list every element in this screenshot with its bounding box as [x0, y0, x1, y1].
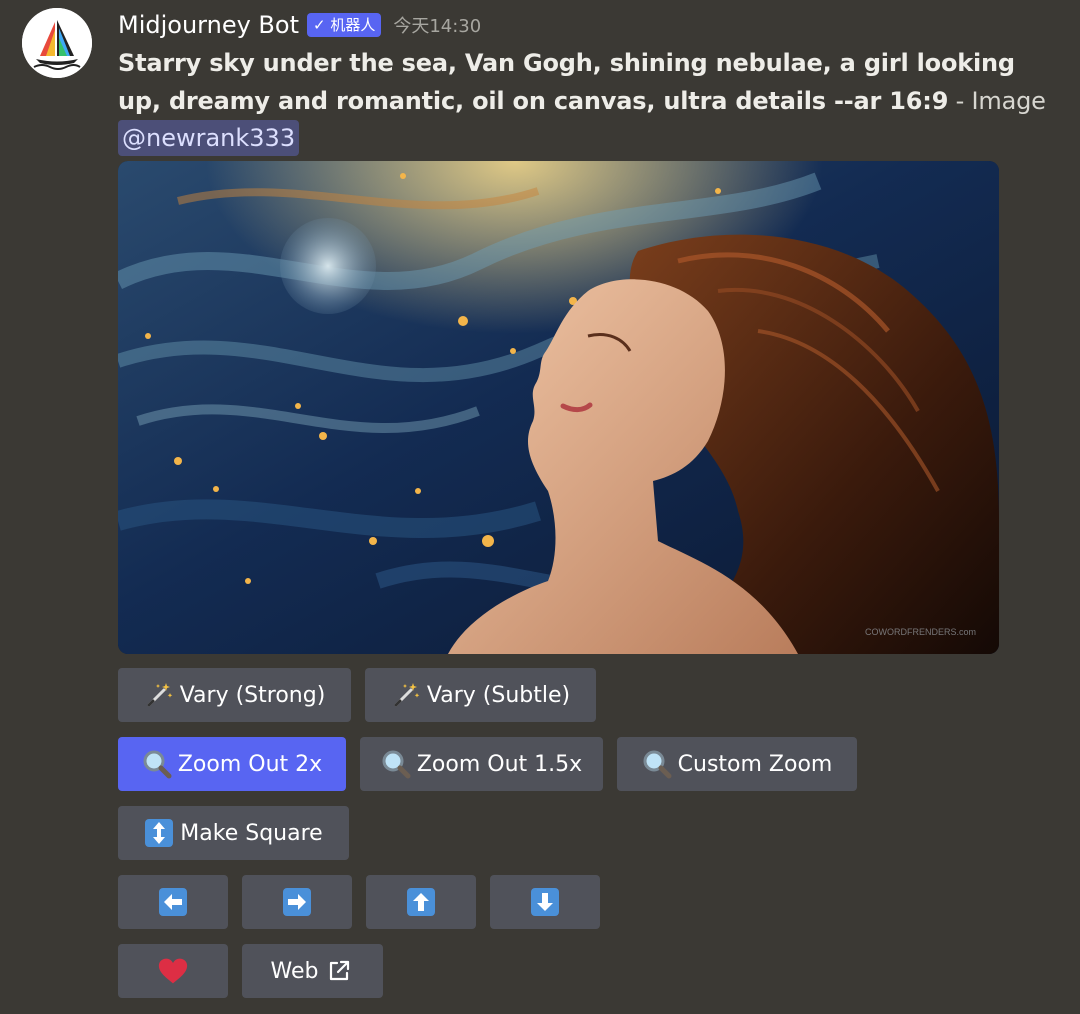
- arrow-right-icon: [282, 887, 312, 917]
- vary-strong-label: Vary (Strong): [179, 682, 326, 708]
- pan-up-button[interactable]: [366, 875, 476, 929]
- web-link-button[interactable]: Web: [242, 944, 383, 998]
- magnifier-icon: [381, 749, 411, 779]
- arrow-up-icon: [406, 887, 436, 917]
- pan-right-button[interactable]: [242, 875, 352, 929]
- zoom-button-row: Zoom Out 2x Zoom Out 1.5x Custom Zoom: [118, 737, 857, 791]
- magic-wand-icon: [391, 680, 421, 710]
- vary-strong-button[interactable]: Vary (Strong): [118, 668, 351, 722]
- bot-badge: ✓ 机器人: [306, 13, 382, 37]
- magnifier-icon: [642, 749, 672, 779]
- external-link-icon: [324, 956, 354, 986]
- arrow-left-icon: [158, 887, 188, 917]
- midjourney-sailboat-icon: [22, 8, 92, 78]
- zoom-out-2x-label: Zoom Out 2x: [177, 751, 323, 777]
- web-label: Web: [270, 958, 319, 984]
- custom-zoom-button[interactable]: Custom Zoom: [617, 737, 857, 791]
- magic-wand-icon: [144, 680, 174, 710]
- user-mention[interactable]: @newrank333: [118, 120, 300, 156]
- generated-image[interactable]: COWORDFRENDERS.com: [118, 161, 999, 654]
- message-header: Midjourney Bot ✓ 机器人 今天14:30: [118, 8, 481, 42]
- bot-avatar[interactable]: [22, 8, 92, 78]
- zoom-out-1-5x-label: Zoom Out 1.5x: [416, 751, 583, 777]
- pan-down-button[interactable]: [490, 875, 600, 929]
- pan-left-button[interactable]: [118, 875, 228, 929]
- author-name[interactable]: Midjourney Bot: [118, 11, 299, 39]
- arrow-down-icon: [530, 887, 560, 917]
- zoom-out-2x-button[interactable]: Zoom Out 2x: [118, 737, 346, 791]
- message-timestamp: 今天14:30: [393, 16, 482, 37]
- vary-subtle-label: Vary (Subtle): [426, 682, 571, 708]
- custom-zoom-label: Custom Zoom: [677, 751, 833, 777]
- pan-button-row: [118, 875, 600, 929]
- prompt-text: Starry sky under the sea, Van Gogh, shin…: [118, 49, 1015, 115]
- magnifier-icon: [142, 749, 172, 779]
- make-square-button[interactable]: Make Square: [118, 806, 349, 860]
- vary-subtle-button[interactable]: Vary (Subtle): [365, 668, 596, 722]
- heart-icon: [158, 956, 188, 986]
- square-button-row: Make Square: [118, 806, 349, 860]
- vary-button-row: Vary (Strong) Vary (Subtle): [118, 668, 596, 722]
- make-square-label: Make Square: [180, 820, 323, 846]
- favorite-button[interactable]: [118, 944, 228, 998]
- zoom-out-1-5x-button[interactable]: Zoom Out 1.5x: [360, 737, 603, 791]
- starry-sea-girl-illustration: COWORDFRENDERS.com: [118, 161, 999, 654]
- image-watermark: COWORDFRENDERS.com: [865, 627, 976, 637]
- extra-button-row: Web: [118, 944, 383, 998]
- up-down-arrow-icon: [144, 818, 174, 848]
